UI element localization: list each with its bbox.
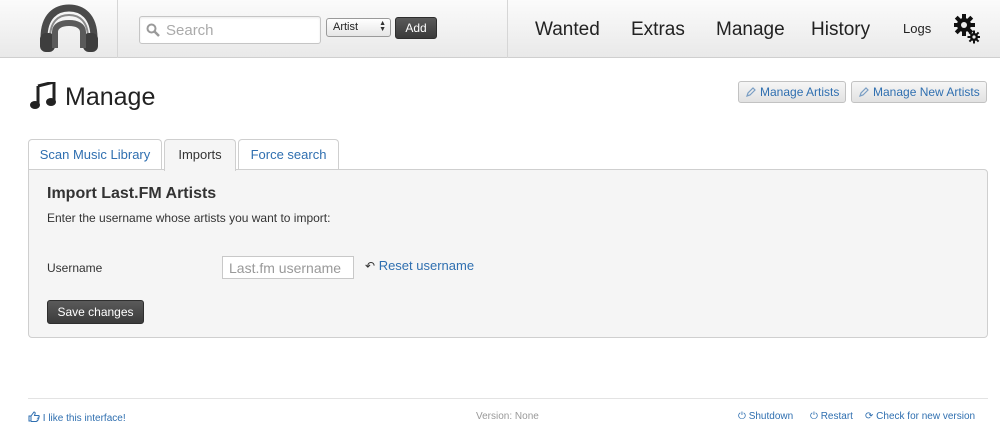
shutdown-label: Shutdown (748, 411, 794, 422)
reset-username-label: Reset username (378, 258, 475, 273)
like-interface-label: I like this interface! (42, 413, 126, 424)
footer-divider (28, 398, 988, 399)
import-lastfm-panel: Import Last.FM Artists Enter the usernam… (28, 169, 988, 338)
reset-username-link[interactable]: ↶ Reset username (365, 258, 474, 273)
headphones-logo-icon (40, 4, 98, 52)
select-arrows-icon: ▲ ▼ (379, 20, 386, 33)
add-button[interactable]: Add (395, 17, 437, 39)
nav-extras[interactable]: Extras (631, 19, 685, 41)
nav-wanted[interactable]: Wanted (535, 19, 600, 41)
shutdown-link[interactable]: ⏻ Shutdown (738, 411, 793, 422)
manage-new-artists-label: Manage New Artists (873, 85, 980, 99)
restart-label: Restart (820, 411, 853, 422)
manage-new-artists-button[interactable]: Manage New Artists (851, 81, 987, 103)
page-title-text: Manage (65, 83, 156, 111)
tab-imports[interactable]: Imports (164, 139, 236, 171)
username-label: Username (47, 261, 103, 275)
search-type-select[interactable]: Artist ▲ ▼ (326, 18, 391, 37)
panel-description: Enter the username whose artists you wan… (47, 211, 331, 225)
search-type-value: Artist (333, 21, 359, 33)
undo-arrow-icon: ↶ (365, 259, 376, 273)
thumbs-up-icon (28, 411, 40, 422)
nav-history[interactable]: History (811, 19, 870, 41)
power-icon: ⏻ (738, 411, 746, 422)
top-header: Artist ▲▼ Add Wanted Extras Manage Histo… (0, 0, 1000, 58)
check-update-link[interactable]: ⟳ Check for new version (865, 411, 975, 422)
search-box[interactable] (139, 16, 321, 44)
save-changes-button[interactable]: Save changes (47, 300, 144, 324)
check-update-label: Check for new version (876, 411, 976, 422)
nav-divider (507, 0, 508, 58)
settings-gear-icon[interactable] (954, 14, 980, 44)
tab-force-search[interactable]: Force search (238, 139, 339, 170)
username-input[interactable] (222, 256, 354, 279)
like-interface-link[interactable]: I like this interface! (28, 411, 126, 424)
nav-manage[interactable]: Manage (716, 19, 785, 41)
logo[interactable] (0, 0, 118, 58)
manage-artists-button[interactable]: Manage Artists (738, 81, 846, 103)
pencil-icon (859, 87, 869, 97)
panel-heading: Import Last.FM Artists (47, 185, 217, 202)
nav-logs[interactable]: Logs (903, 21, 931, 36)
search-input[interactable] (166, 21, 316, 40)
manage-artists-label: Manage Artists (760, 85, 840, 99)
search-icon (146, 23, 160, 37)
power-icon: ⏻ (810, 411, 818, 422)
tab-scan-music-library[interactable]: Scan Music Library (28, 139, 162, 170)
restart-link[interactable]: ⏻ Restart (810, 411, 853, 422)
pencil-icon (746, 87, 756, 97)
music-note-icon (30, 82, 56, 109)
refresh-icon: ⟳ (865, 411, 874, 422)
version-text: Version: None (476, 411, 539, 422)
